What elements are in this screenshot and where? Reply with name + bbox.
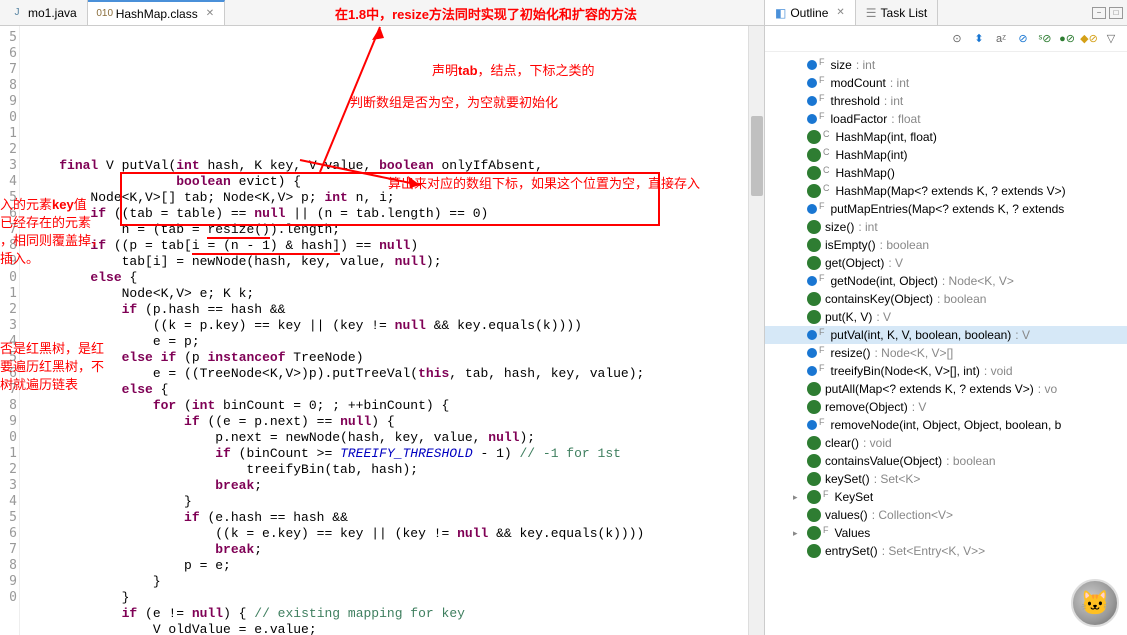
- tab-label: mo1.java: [28, 6, 77, 20]
- close-icon[interactable]: ✕: [206, 8, 214, 19]
- outline-tabs: ◧ Outline ✕ ☰ Task List − □: [765, 0, 1127, 26]
- outline-item[interactable]: remove(Object) : V: [765, 398, 1127, 416]
- outline-item[interactable]: containsKey(Object) : boolean: [765, 290, 1127, 308]
- outline-item[interactable]: Fthreshold : int: [765, 92, 1127, 110]
- outline-item[interactable]: Fsize : int: [765, 56, 1127, 74]
- annotation-index: 算出来对应的数组下标，如果这个位置为空，直接存入: [388, 176, 700, 192]
- outline-item[interactable]: FtreeifyBin(Node<K, V>[], int) : void: [765, 362, 1127, 380]
- outline-item[interactable]: put(K, V) : V: [765, 308, 1127, 326]
- hide-local-icon[interactable]: ◆⊘: [1081, 31, 1097, 47]
- outline-item[interactable]: CHashMap(Map<? extends K, ? extends V>): [765, 182, 1127, 200]
- default-field-icon: [805, 76, 819, 90]
- java-file-icon: J: [10, 6, 24, 20]
- tab-hashmap-class[interactable]: 010 HashMap.class ✕: [88, 0, 225, 25]
- public-method-icon: [807, 526, 821, 540]
- annotation-null-check: 判断数组是否为空，为空就要初始化: [350, 95, 558, 111]
- outline-item[interactable]: CHashMap(int, float): [765, 128, 1127, 146]
- outline-item[interactable]: FputVal(int, K, V, boolean, boolean) : V: [765, 326, 1127, 344]
- default-field-icon: [805, 274, 819, 288]
- close-icon[interactable]: ✕: [836, 7, 844, 18]
- public-method-icon: [807, 544, 821, 558]
- default-field-icon: [805, 346, 819, 360]
- outline-item[interactable]: entrySet() : Set<Entry<K, V>>: [765, 542, 1127, 560]
- default-field-icon: [805, 418, 819, 432]
- line-gutter: 567890123456789012345678901234567890: [0, 26, 20, 635]
- outline-item[interactable]: FmodCount : int: [765, 74, 1127, 92]
- outline-item[interactable]: keySet() : Set<K>: [765, 470, 1127, 488]
- hide-fields-icon[interactable]: ⊘: [1015, 31, 1031, 47]
- public-method-icon: [807, 436, 821, 450]
- public-method-icon: [807, 472, 821, 486]
- outline-pane: ◧ Outline ✕ ☰ Task List − □ ⊙ ⬍ aᶻ ⊘ ˢ⊘ …: [765, 0, 1127, 635]
- tab-label: Outline: [790, 6, 828, 20]
- code-content[interactable]: 声明tab，结点，下标之类的 判断数组是否为空，为空就要初始化 算出来对应的数组…: [20, 26, 748, 635]
- public-method-icon: [807, 310, 821, 324]
- focus-icon[interactable]: ⊙: [949, 31, 965, 47]
- tab-label: HashMap.class: [116, 7, 198, 21]
- public-method-icon: [807, 166, 821, 180]
- public-method-icon: [807, 508, 821, 522]
- view-menu-icon[interactable]: ▽: [1103, 31, 1119, 47]
- outline-item[interactable]: FgetNode(int, Object) : Node<K, V>: [765, 272, 1127, 290]
- scrollbar-thumb[interactable]: [751, 116, 763, 196]
- editor-scrollbar[interactable]: [748, 26, 764, 635]
- default-field-icon: [805, 364, 819, 378]
- public-method-icon: [807, 454, 821, 468]
- outline-item[interactable]: size() : int: [765, 218, 1127, 236]
- side-annotation-tree: 否是红黑树，是红 要遍历红黑树，不 树就遍历链表: [0, 340, 104, 394]
- outline-item[interactable]: CHashMap(int): [765, 146, 1127, 164]
- outline-item[interactable]: FputMapEntries(Map<? extends K, ? extend…: [765, 200, 1127, 218]
- class-file-icon: 010: [98, 7, 112, 21]
- editor-pane: J mo1.java 010 HashMap.class ✕ 在1.8中，res…: [0, 0, 765, 635]
- view-controls: − □: [1092, 7, 1123, 19]
- default-field-icon: [805, 202, 819, 216]
- outline-item[interactable]: ▸FKeySet: [765, 488, 1127, 506]
- annotation-top: 在1.8中，resize方法同时实现了初始化和扩容的方法: [335, 4, 637, 23]
- default-field-icon: [805, 112, 819, 126]
- tab-outline[interactable]: ◧ Outline ✕: [765, 0, 856, 25]
- outline-item[interactable]: putAll(Map<? extends K, ? extends V>) : …: [765, 380, 1127, 398]
- default-field-icon: [805, 94, 819, 108]
- outline-icon: ◧: [775, 6, 786, 20]
- public-method-icon: [807, 382, 821, 396]
- public-method-icon: [807, 256, 821, 270]
- public-method-icon: [807, 148, 821, 162]
- cat-avatar: 🐱: [1071, 579, 1119, 627]
- hide-nonpublic-icon[interactable]: ●⊘: [1059, 31, 1075, 47]
- public-method-icon: [807, 400, 821, 414]
- default-field-icon: [805, 328, 819, 342]
- default-field-icon: [805, 58, 819, 72]
- public-method-icon: [807, 292, 821, 306]
- outline-item[interactable]: get(Object) : V: [765, 254, 1127, 272]
- annotation-tab-desc: 声明tab，结点，下标之类的: [432, 63, 595, 79]
- outline-item[interactable]: isEmpty() : boolean: [765, 236, 1127, 254]
- outline-item[interactable]: CHashMap(): [765, 164, 1127, 182]
- outline-item[interactable]: values() : Collection<V>: [765, 506, 1127, 524]
- tab-label: Task List: [881, 6, 928, 20]
- editor-tabs: J mo1.java 010 HashMap.class ✕ 在1.8中，res…: [0, 0, 764, 26]
- sort-icon[interactable]: ⬍: [971, 31, 987, 47]
- tab-mo1-java[interactable]: J mo1.java: [0, 0, 88, 25]
- side-annotation-key: 入的元素key值 已经存在的元素 ，相同则覆盖掉， 插入。: [0, 196, 104, 268]
- outline-item[interactable]: containsValue(Object) : boolean: [765, 452, 1127, 470]
- tasklist-icon: ☰: [866, 6, 877, 20]
- outline-item[interactable]: FremoveNode(int, Object, Object, boolean…: [765, 416, 1127, 434]
- maximize-icon[interactable]: □: [1109, 7, 1123, 19]
- outline-item[interactable]: ▸FValues: [765, 524, 1127, 542]
- code-area: 567890123456789012345678901234567890 声明t…: [0, 26, 764, 635]
- outline-item[interactable]: clear() : void: [765, 434, 1127, 452]
- outline-toolbar: ⊙ ⬍ aᶻ ⊘ ˢ⊘ ●⊘ ◆⊘ ▽: [765, 26, 1127, 52]
- public-method-icon: [807, 184, 821, 198]
- hide-static-icon[interactable]: ˢ⊘: [1037, 31, 1053, 47]
- public-method-icon: [807, 220, 821, 234]
- az-sort-icon[interactable]: aᶻ: [993, 31, 1009, 47]
- public-method-icon: [807, 238, 821, 252]
- minimize-icon[interactable]: −: [1092, 7, 1106, 19]
- outline-item[interactable]: FloadFactor : float: [765, 110, 1127, 128]
- outline-item[interactable]: Fresize() : Node<K, V>[]: [765, 344, 1127, 362]
- outline-tree[interactable]: Fsize : intFmodCount : intFthreshold : i…: [765, 52, 1127, 635]
- public-method-icon: [807, 130, 821, 144]
- tab-tasklist[interactable]: ☰ Task List: [856, 0, 938, 25]
- public-method-icon: [807, 490, 821, 504]
